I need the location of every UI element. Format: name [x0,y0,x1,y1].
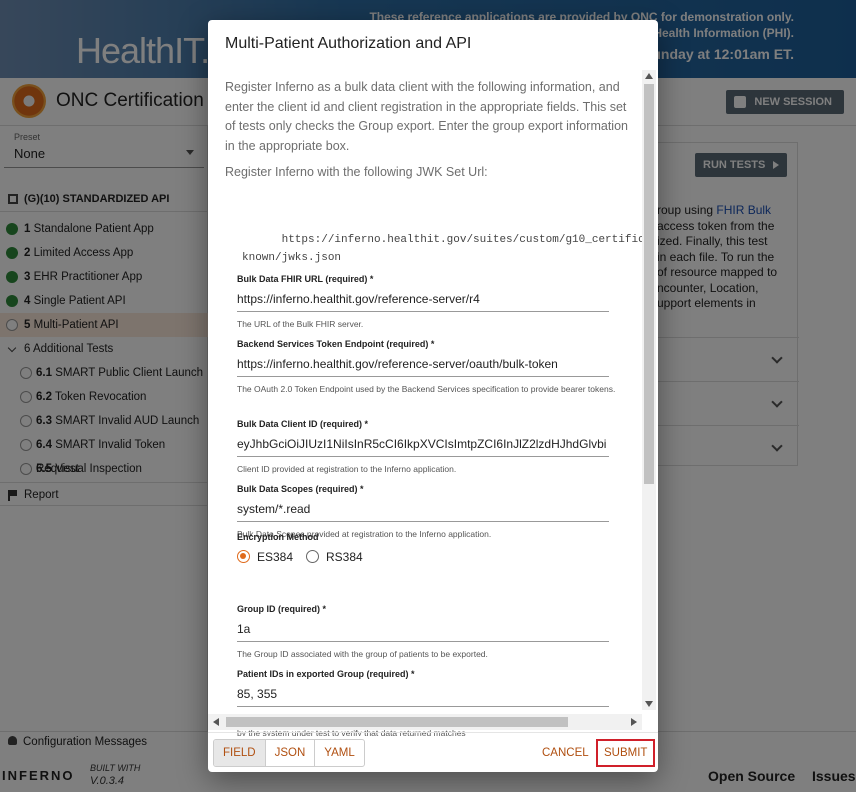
client-id-input[interactable]: eyJhbGciOiJIUzI1NiIsInR5cCI6IkpXVCIsImtp… [237,435,609,457]
cancel-button[interactable]: CANCEL [536,739,595,767]
radio-es384[interactable]: ES384 [237,550,293,564]
field-help: Client ID provided at registration to th… [237,464,457,474]
submit-button[interactable]: SUBMIT [596,739,656,767]
jwks-label: Register Inferno with the following JWK … [225,165,488,179]
format-yaml-button[interactable]: YAML [315,740,363,766]
group-id-field: Group ID (required) * 1a The Group ID as… [237,604,609,661]
horizontal-scrollbar[interactable] [208,714,642,730]
token-endpoint-input[interactable]: https://inferno.healthit.gov/reference-s… [237,355,609,377]
scrollbar-thumb[interactable] [226,717,568,727]
field-label: Backend Services Token Endpoint (require… [237,339,435,349]
vertical-scrollbar[interactable] [642,70,656,710]
dialog-title: Multi-Patient Authorization and API [225,35,472,52]
scroll-up-icon[interactable] [645,73,653,79]
field-help: The URL of the Bulk FHIR server. [237,319,364,329]
scopes-input[interactable]: system/*.read [237,500,609,522]
token-endpoint-field: Backend Services Token Endpoint (require… [237,339,615,396]
radio-label: RS384 [326,550,363,564]
jwks-url-text: https://inferno.healthit.gov/suites/cust… [242,234,642,264]
group-id-input[interactable]: 1a [237,620,609,642]
dialog-actions: FIELD JSON YAML CANCEL SUBMIT [208,732,658,772]
field-label: Bulk Data Client ID (required) * [237,419,369,429]
field-label: Patient IDs in exported Group (required)… [237,669,415,679]
patient-ids-input[interactable]: 85, 355 [237,685,609,707]
scroll-left-icon[interactable] [213,718,219,726]
field-help: The OAuth 2.0 Token Endpoint used by the… [237,384,616,394]
jwks-url: https://inferno.healthit.gov/suites/cust… [242,195,642,285]
scroll-right-icon[interactable] [631,718,637,726]
scroll-down-icon[interactable] [645,701,653,707]
format-field-button[interactable]: FIELD [214,740,266,766]
client-id-field: Bulk Data Client ID (required) * eyJhbGc… [237,419,609,476]
field-label: Group ID (required) * [237,604,327,614]
format-toggle: FIELD JSON YAML [213,739,365,767]
radio-unselected-icon [306,550,319,563]
field-label: Bulk Data FHIR URL (required) * [237,274,374,284]
radio-selected-icon [237,550,250,563]
format-json-button[interactable]: JSON [266,740,316,766]
bulk-fhir-url-field: Bulk Data FHIR URL (required) * https://… [237,274,609,331]
radio-rs384[interactable]: RS384 [306,550,363,564]
scrollbar-thumb[interactable] [644,84,654,484]
encryption-method-label: Encryption Method [237,532,319,542]
bulk-fhir-url-input[interactable]: https://inferno.healthit.gov/reference-s… [237,290,609,312]
radio-label: ES384 [257,550,294,564]
field-label: Bulk Data Scopes (required) * [237,484,364,494]
dialog-body: Register Inferno as a bulk data client w… [208,70,658,736]
field-help: The Group ID associated with the group o… [237,649,488,659]
dialog-intro: Register Inferno as a bulk data client w… [225,80,628,153]
authorization-dialog: Multi-Patient Authorization and API Regi… [208,20,658,772]
